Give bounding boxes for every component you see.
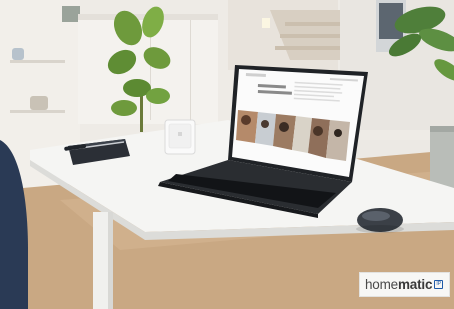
logo-bold-text: matic [397, 276, 433, 292]
logo-wordmark: homematic [365, 278, 432, 292]
logo-regular-text: home [365, 276, 398, 292]
logo-ip-badge: IP [434, 280, 444, 289]
office-scene-photo [0, 0, 454, 309]
photo-frame: homematic IP [0, 0, 454, 309]
wall-thermostat [164, 119, 196, 155]
homematic-logo: homematic IP [359, 272, 450, 297]
